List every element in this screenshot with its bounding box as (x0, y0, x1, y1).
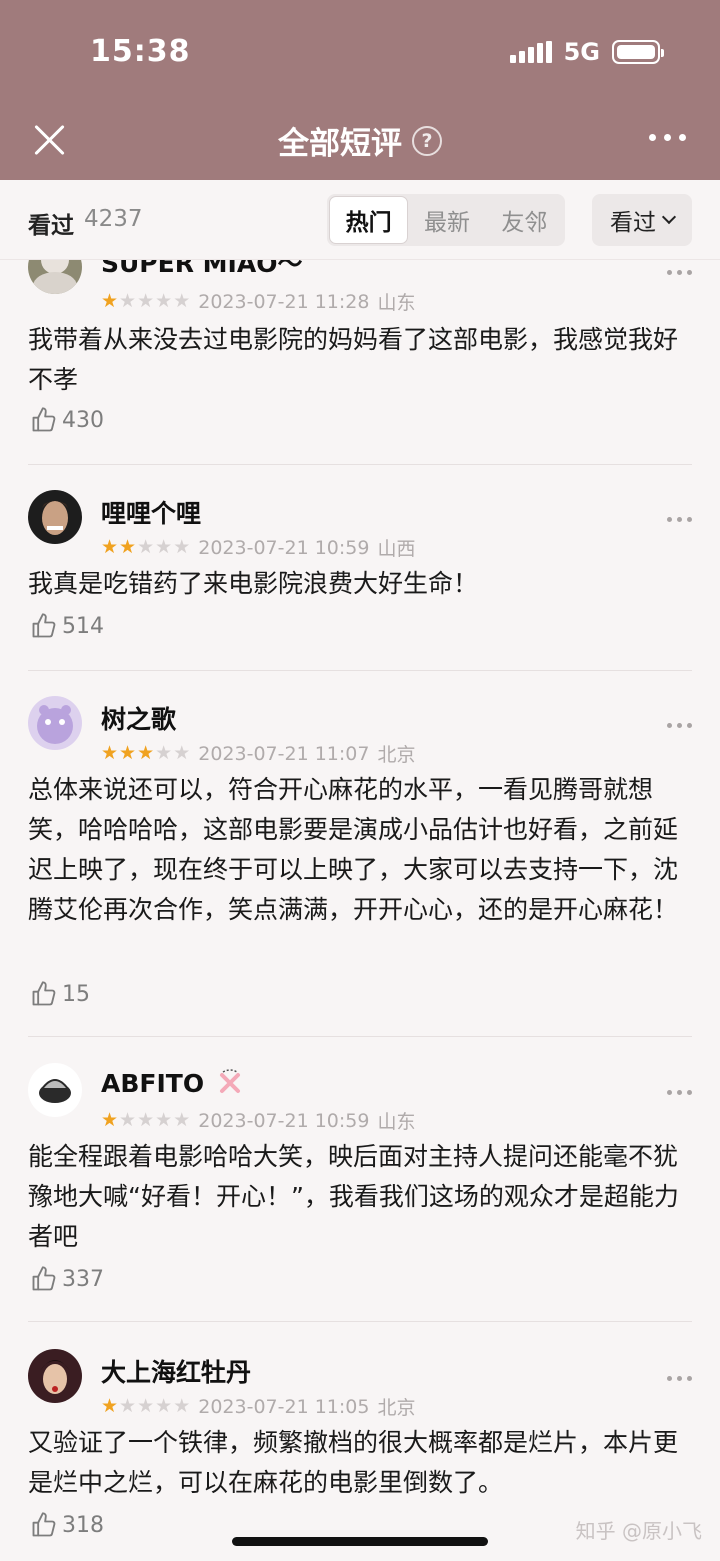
rating-stars: ★ ★ ★ ★ ★ (101, 742, 191, 764)
filter-bar: 看过 4237 热门 最新 友邻 看过 (0, 180, 720, 260)
review-location: 北京 (377, 1397, 416, 1419)
review-more-icon[interactable] (667, 1376, 692, 1381)
avatar[interactable] (28, 696, 82, 750)
review-location: 山西 (377, 538, 416, 560)
review-location: 山东 (377, 292, 416, 314)
watermark: 知乎 @原小飞 (575, 1519, 702, 1543)
seen-dropdown[interactable]: 看过 (592, 194, 692, 246)
network-type: 5G (563, 38, 600, 66)
review-text: 我带着从来没去过电影院的妈妈看了这部电影，我感觉我好不孝 (28, 325, 679, 394)
seen-dropdown-label: 看过 (610, 210, 656, 236)
divider (28, 1036, 692, 1037)
review-location: 山东 (377, 1111, 416, 1133)
username[interactable]: 大上海红牡丹 (101, 1353, 251, 1389)
seen-label: 看过 (28, 213, 74, 239)
avatar[interactable] (28, 260, 82, 294)
like-count: 337 (62, 1266, 104, 1292)
review-text: 总体来说还可以，符合开心麻花的水平，一看见腾哥就想笑，哈哈哈哈，这部电影要是演成… (28, 775, 679, 924)
like-button[interactable]: 318 (30, 1511, 104, 1539)
review-text: 我真是吃错药了来电影院浪费大好生命！ (28, 569, 479, 598)
divider (28, 464, 692, 465)
home-indicator[interactable] (232, 1537, 488, 1546)
username[interactable]: 哩哩个哩 (101, 494, 201, 530)
app-header: 15:38 5G 全部短评 ? (0, 0, 720, 180)
review-more-icon[interactable] (667, 723, 692, 728)
like-button[interactable]: 15 (30, 980, 90, 1008)
like-button[interactable]: 514 (30, 612, 104, 640)
rating-stars: ★ ★ ★ ★ ★ (101, 290, 191, 312)
thumbs-up-icon (32, 1512, 56, 1537)
review-meta: ★ ★ ★ ★ ★ 2023-07-21 11:07 北京 (101, 740, 415, 767)
review-meta: ★ ★ ★ ★ ★ 2023-07-21 10:59 山东 (101, 1107, 415, 1134)
rating-stars: ★ ★ ★ ★ ★ (101, 536, 191, 558)
divider (28, 1321, 692, 1322)
username-text: ABFITO (101, 1068, 205, 1098)
seen-count: 4237 (84, 206, 143, 232)
thumbs-up-icon (32, 981, 56, 1006)
tab-friends[interactable]: 友邻 (486, 196, 563, 244)
thumbs-up-icon (32, 407, 56, 432)
avatar[interactable] (28, 1063, 82, 1117)
review-more-icon[interactable] (667, 1090, 692, 1095)
rating-stars: ★ ★ ★ ★ ★ (101, 1395, 191, 1417)
sort-tabs: 热门 最新 友邻 (327, 194, 565, 246)
avatar[interactable] (28, 1349, 82, 1403)
like-count: 318 (62, 1512, 104, 1538)
divider (28, 670, 692, 671)
more-options-button[interactable] (649, 134, 686, 141)
review-list: SUPER MIAO～ ★ ★ ★ ★ ★ 2023-07-21 11:28 山东 我带… (0, 260, 720, 1561)
review-text: 又验证了一个铁律，频繁撤档的很大概率都是烂片，本片更是烂中之烂，可以在麻花的电影… (28, 1428, 679, 1497)
review-date: 2023-07-21 11:07 (198, 742, 370, 765)
thumbs-up-icon (32, 1266, 56, 1291)
rating-stars: ★ ★ ★ ★ ★ (101, 1109, 191, 1131)
title-wrap: 全部短评 ? (0, 118, 720, 163)
review-meta: ★ ★ ★ ★ ★ 2023-07-21 11:28 山东 (101, 288, 415, 315)
badge-icon (220, 1069, 241, 1093)
like-count: 15 (62, 981, 90, 1007)
review-meta: ★ ★ ★ ★ ★ 2023-07-21 10:59 山西 (101, 534, 415, 561)
username[interactable]: 树之歌 (101, 700, 176, 736)
username[interactable]: ABFITO (101, 1067, 246, 1099)
like-count: 514 (62, 613, 104, 639)
review-text: 能全程跟着电影哈哈大笑，映后面对主持人提问还能毫不犹豫地大喊“好看！开心！”，我… (28, 1142, 679, 1251)
review-date: 2023-07-21 10:59 (198, 1109, 370, 1132)
review-more-icon[interactable] (667, 517, 692, 522)
review-location: 北京 (377, 744, 416, 766)
review-meta: ★ ★ ★ ★ ★ 2023-07-21 11:05 北京 (101, 1393, 415, 1420)
review-date: 2023-07-21 11:05 (198, 1395, 370, 1418)
review-date: 2023-07-21 11:28 (198, 290, 370, 313)
like-button[interactable]: 430 (30, 406, 104, 434)
signal-icon (509, 41, 552, 63)
review-date: 2023-07-21 10:59 (198, 536, 370, 559)
like-button[interactable]: 337 (30, 1265, 104, 1293)
battery-icon (612, 40, 664, 64)
thumbs-up-icon (32, 613, 56, 638)
chevron-down-icon (661, 209, 677, 225)
tab-latest[interactable]: 最新 (408, 196, 485, 244)
review-more-icon[interactable] (667, 270, 692, 275)
avatar[interactable] (28, 490, 82, 544)
like-count: 430 (62, 407, 104, 433)
status-icons: 5G (509, 38, 664, 66)
tab-hot[interactable]: 热门 (329, 196, 409, 244)
username[interactable]: SUPER MIAO～ (101, 260, 302, 280)
help-icon[interactable]: ? (412, 125, 442, 156)
status-time: 15:38 (90, 34, 191, 69)
page-title: 全部短评 (278, 126, 402, 162)
